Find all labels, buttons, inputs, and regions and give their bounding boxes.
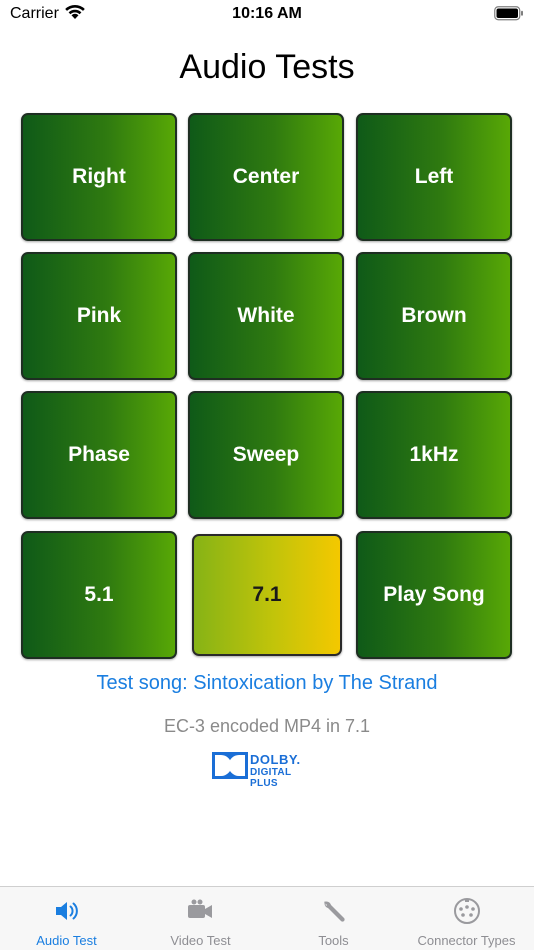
phase-test-button[interactable]: Phase: [21, 391, 177, 519]
tab-label: Audio Test: [36, 933, 97, 948]
tab-tools[interactable]: Tools: [267, 887, 400, 950]
tab-label: Connector Types: [417, 933, 516, 948]
brown-noise-button[interactable]: Brown: [356, 252, 512, 380]
play-song-button[interactable]: Play Song: [356, 531, 512, 659]
dolby-subtitle: DIGITAL PLUS: [250, 767, 292, 789]
speaker-icon: [52, 897, 82, 925]
dolby-double-d-icon: [212, 752, 248, 779]
1khz-tone-button[interactable]: 1kHz: [356, 391, 512, 519]
tab-video-test[interactable]: Video Test: [134, 887, 267, 950]
video-camera-icon: [186, 897, 216, 925]
tab-label: Video Test: [170, 933, 231, 948]
format-note: EC-3 encoded MP4 in 7.1: [163, 716, 371, 736]
right-channel-button[interactable]: Right: [21, 113, 177, 241]
left-channel-button[interactable]: Left: [356, 113, 512, 241]
test-song-link[interactable]: Test song: Sintoxication by The Strand: [0, 672, 534, 695]
pink-noise-button[interactable]: Pink: [21, 252, 177, 380]
center-channel-button[interactable]: Center: [188, 113, 344, 241]
tab-audio-test[interactable]: Audio Test: [0, 887, 133, 950]
surround-5-1-button[interactable]: 5.1: [21, 531, 177, 659]
battery-icon: [494, 6, 524, 21]
connector-icon: [452, 897, 482, 925]
dolby-digital-plus-logo: DOLBY. DIGITAL PLUS: [212, 751, 322, 789]
wrench-icon: [319, 897, 349, 925]
tab-bar: Audio Test Video Test Tools Connector Ty…: [0, 886, 534, 950]
dolby-wordmark: DOLBY.: [250, 752, 301, 767]
tab-connector-types[interactable]: Connector Types: [400, 887, 533, 950]
page-title: Audio Tests: [179, 48, 355, 86]
tab-label: Tools: [318, 933, 349, 948]
white-noise-button[interactable]: White: [188, 252, 344, 380]
clock: 10:16 AM: [232, 5, 302, 22]
sweep-test-button[interactable]: Sweep: [188, 391, 344, 519]
surround-7-1-button[interactable]: 7.1: [192, 534, 342, 656]
status-bar: Carrier 10:16 AM: [0, 0, 534, 30]
